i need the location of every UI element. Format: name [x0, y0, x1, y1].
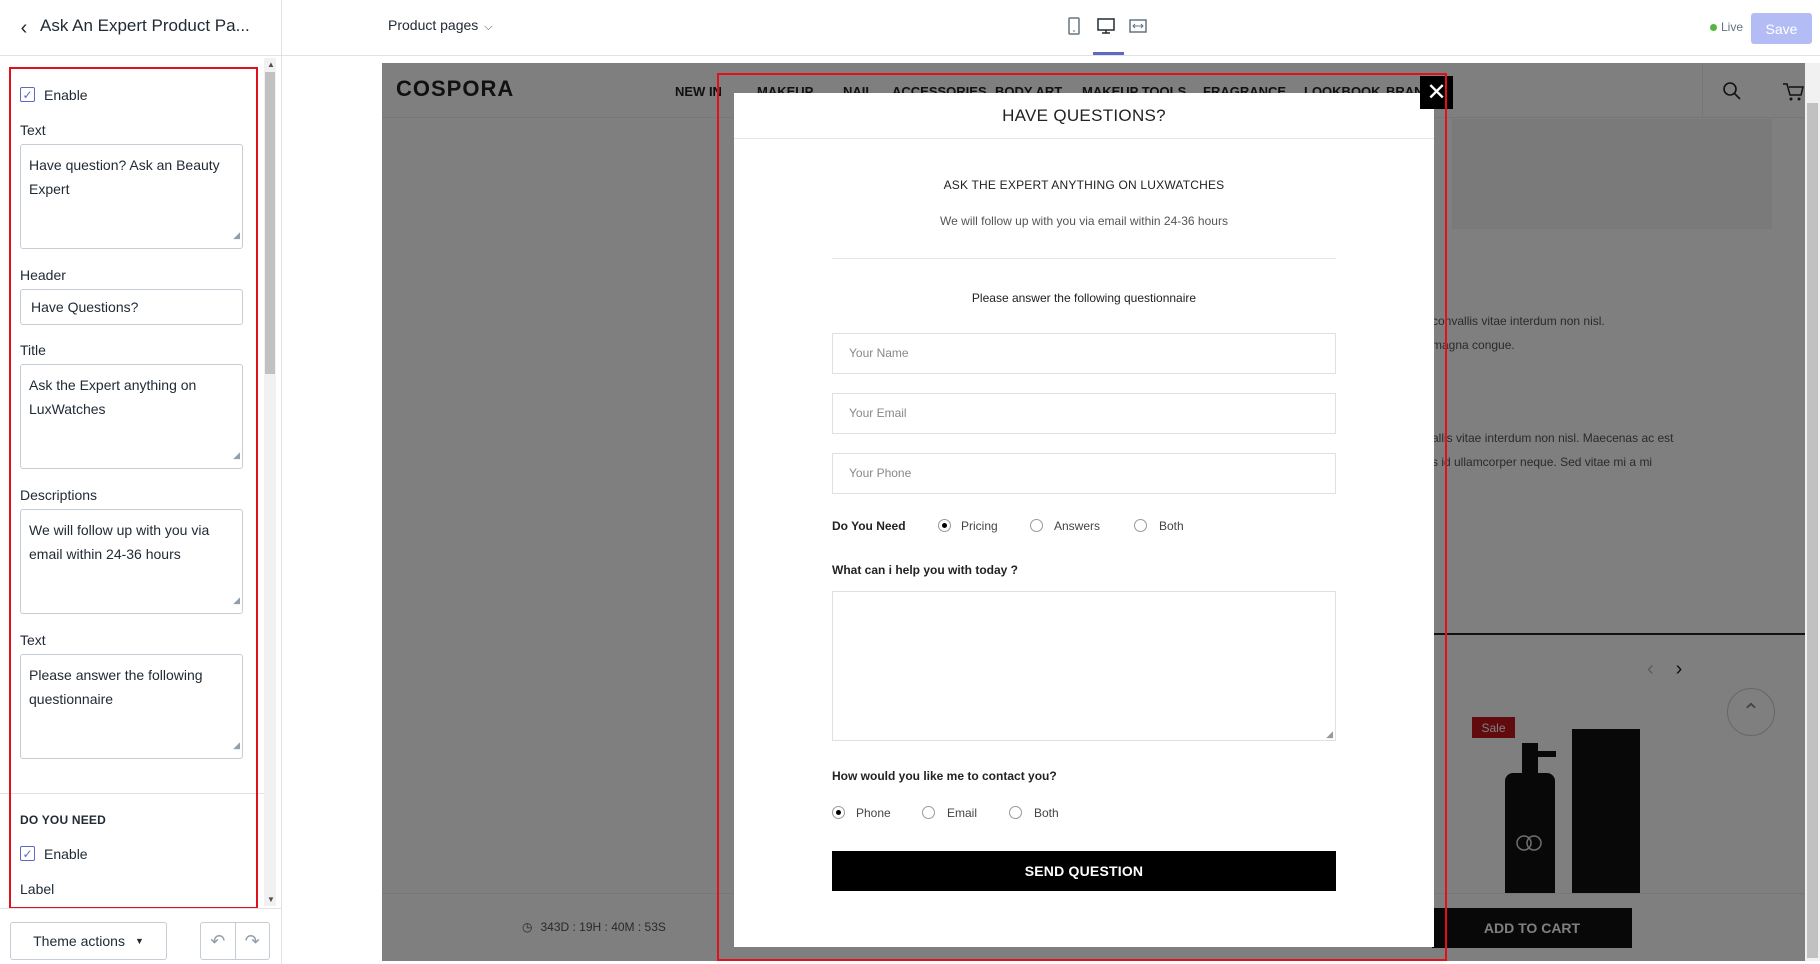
caret-down-icon: ▼	[134, 936, 144, 946]
preview-scroll-thumb[interactable]	[1807, 103, 1818, 958]
scroll-up-icon[interactable]: ▲	[267, 60, 275, 69]
sidebar-divider	[281, 0, 282, 964]
live-label: Live	[1721, 20, 1744, 34]
live-dot-icon	[1710, 23, 1717, 31]
sidebar-scrollbar[interactable]: ▲ ▼	[264, 58, 276, 906]
chevron-down-icon: ⌵	[484, 21, 493, 33]
fullscreen-width-icon[interactable]	[1128, 14, 1148, 38]
theme-actions-button[interactable]: Theme actions ▼	[10, 922, 167, 960]
mobile-device-icon[interactable]	[1064, 14, 1084, 38]
scroll-down-icon[interactable]: ▼	[267, 895, 275, 904]
live-status: Live	[1710, 20, 1743, 34]
undo-redo-group: ↶ ↷	[200, 922, 270, 960]
preview-scrollbar[interactable]	[1805, 63, 1820, 961]
highlight-box-sidebar	[9, 67, 258, 909]
undo-icon[interactable]: ↶	[201, 923, 235, 959]
theme-actions-label: Theme actions	[33, 933, 125, 949]
desktop-device-icon[interactable]	[1096, 14, 1116, 38]
editor-topbar: ‹ Ask An Expert Product Pa... Product pa…	[0, 0, 1820, 56]
device-toggle-group	[1064, 14, 1148, 38]
page-type-select[interactable]: Product pages ⌵	[388, 17, 493, 34]
back-arrow-icon[interactable]: ‹	[12, 16, 36, 40]
redo-icon[interactable]: ↷	[234, 923, 270, 959]
sidebar-scroll-thumb[interactable]	[265, 72, 275, 374]
theme-title: Ask An Expert Product Pa...	[40, 16, 250, 35]
highlight-box-modal	[717, 73, 1447, 961]
page-type-select-label: Product pages	[388, 17, 479, 33]
active-device-indicator	[1093, 52, 1124, 55]
save-button[interactable]: Save	[1751, 13, 1812, 44]
